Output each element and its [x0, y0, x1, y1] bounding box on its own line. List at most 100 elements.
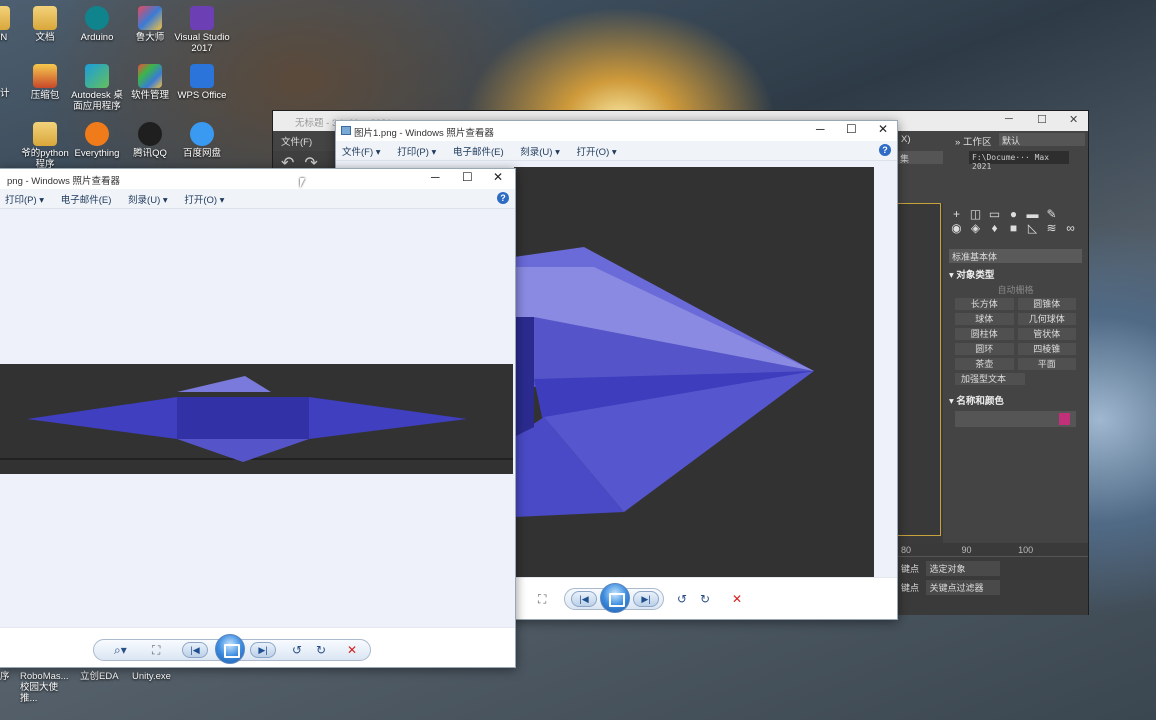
previous-button[interactable]: |◀: [571, 591, 597, 607]
menu-burn[interactable]: 刻录(U) ▾: [128, 195, 168, 206]
minimize-icon[interactable]: ─: [1005, 113, 1013, 125]
name-field[interactable]: [955, 411, 1076, 427]
delete-icon[interactable]: ✕: [347, 643, 357, 657]
plane-button[interactable]: 平面: [1017, 358, 1076, 370]
geometry-icon[interactable]: ◉: [949, 221, 964, 235]
zoom-icon[interactable]: ⌕▾: [114, 643, 127, 658]
sphere-button[interactable]: 球体: [955, 313, 1014, 325]
menu-print[interactable]: 打印(P) ▾: [5, 195, 44, 206]
desktop-icon-robomaster[interactable]: RoboMas... 校园大使推...: [20, 671, 72, 704]
actual-size-icon[interactable]: ⛶: [152, 643, 160, 658]
plane-mesh-side-image: [0, 364, 513, 474]
cylinder-button[interactable]: 圆柱体: [955, 328, 1014, 340]
max-menu-x[interactable]: X): [901, 134, 911, 145]
modify-tab-icon[interactable]: ◫: [968, 207, 983, 221]
torus-button[interactable]: 圆环: [955, 343, 1014, 355]
box-button[interactable]: 长方体: [955, 298, 1014, 310]
object-type-heading: ▾ 对象类型: [949, 270, 995, 281]
desktop-icon-wps[interactable]: WPS Office: [174, 64, 230, 101]
desktop-bottom-label[interactable]: 序: [0, 671, 10, 682]
tube-button[interactable]: 管状体: [1017, 328, 1076, 340]
desktop-icon-ludashi[interactable]: 鲁大师: [122, 6, 178, 43]
rotate-left-icon[interactable]: ↺: [677, 592, 687, 606]
cameras-icon[interactable]: ■: [1006, 221, 1021, 235]
help-icon[interactable]: ?: [879, 144, 891, 156]
key-filters-button[interactable]: 关键点过滤器: [925, 580, 1000, 595]
max-menu-file[interactable]: 文件(F): [281, 137, 312, 148]
desktop-icon-everything[interactable]: Everything: [69, 122, 125, 159]
utilities-tab-icon[interactable]: ✎: [1044, 207, 1059, 221]
close-icon[interactable]: ✕: [493, 170, 503, 184]
rotate-right-icon[interactable]: ↻: [316, 643, 326, 657]
rotate-right-icon[interactable]: ↻: [700, 592, 710, 606]
photo-viewer-window-left[interactable]: png - Windows 照片查看器 ─ ☐ ✕ 打印(P) ▾ 电子邮件(E…: [0, 168, 516, 668]
workspace-select[interactable]: 默认: [999, 133, 1085, 146]
previous-button[interactable]: |◀: [182, 642, 208, 658]
project-path[interactable]: F:\Docume··· Max 2021: [969, 151, 1069, 171]
spacewarps-icon[interactable]: ≋: [1044, 221, 1059, 235]
desktop-icon-qq[interactable]: 腾讯QQ: [122, 122, 178, 159]
menu-email[interactable]: 电子邮件(E): [453, 147, 504, 158]
mesh-side-face: [514, 317, 534, 437]
autogrid-checkbox[interactable]: 自动栅格: [943, 283, 1088, 296]
minimize-icon[interactable]: ─: [431, 170, 440, 184]
desktop-icon-label: 软件管理: [130, 90, 169, 101]
hierarchy-tab-icon[interactable]: ▭: [987, 207, 1002, 221]
systems-icon[interactable]: ∞: [1063, 221, 1078, 235]
rotate-left-icon[interactable]: ↺: [292, 643, 302, 657]
timeline-ruler[interactable]: 80 90 100: [897, 543, 1088, 557]
navigation-controls: |◀ ▶|: [564, 583, 664, 613]
menu-burn[interactable]: 刻录(U) ▾: [520, 147, 560, 158]
desktop-icon-python[interactable]: 爷的python程序: [17, 122, 73, 170]
viewer-titlebar: 图片1.png - Windows 照片查看器 ─ ☐ ✕: [336, 121, 897, 141]
help-icon[interactable]: ?: [497, 192, 509, 204]
shapes-icon[interactable]: ◈: [968, 221, 983, 235]
menu-open[interactable]: 打开(O) ▾: [184, 195, 224, 206]
next-button[interactable]: ▶|: [250, 642, 276, 658]
textplus-button[interactable]: 加强型文本: [955, 373, 1025, 385]
menu-email[interactable]: 电子邮件(E): [61, 195, 112, 206]
cone-button[interactable]: 圆锥体: [1017, 298, 1076, 310]
minimize-icon[interactable]: ─: [816, 122, 825, 136]
everything-icon: [85, 122, 109, 146]
object-color-swatch[interactable]: [1059, 413, 1070, 425]
desktop-icon-docs[interactable]: 文档: [17, 6, 73, 43]
actual-size-icon[interactable]: ⛶: [538, 592, 546, 607]
close-icon[interactable]: ✕: [1069, 113, 1078, 126]
key-selection-dropdown[interactable]: 选定对象: [925, 561, 1000, 576]
desktop-icon-baidu[interactable]: 百度网盘: [174, 122, 230, 159]
max-viewport[interactable]: [897, 203, 941, 536]
desktop-icon-label: Visual Studio 2017: [174, 32, 230, 54]
visual-studio-icon: [190, 6, 214, 30]
delete-icon[interactable]: ✕: [732, 592, 742, 606]
desktop-icon-visual-studio[interactable]: Visual Studio 2017: [174, 6, 230, 54]
slideshow-button[interactable]: [215, 634, 245, 664]
desktop-icon-arduino[interactable]: Arduino: [69, 6, 125, 43]
menu-open[interactable]: 打开(O) ▾: [577, 147, 617, 158]
desktop-icon-autodesk[interactable]: Autodesk 桌面应用程序: [69, 64, 125, 112]
maximize-icon[interactable]: ☐: [846, 122, 857, 136]
desktop-icon-label: 压缩包: [30, 90, 60, 101]
desktop-icon-unity[interactable]: Unity.exe: [132, 671, 171, 682]
close-icon[interactable]: ✕: [878, 122, 888, 136]
motion-tab-icon[interactable]: ●: [1006, 207, 1021, 221]
geometry-type-dropdown[interactable]: 标准基本体: [949, 249, 1082, 263]
helpers-icon[interactable]: ◺: [1025, 221, 1040, 235]
menu-print[interactable]: 打印(P) ▾: [397, 147, 436, 158]
desktop-icon-zip[interactable]: 压缩包: [17, 64, 73, 101]
menu-file[interactable]: 文件(F) ▾: [342, 147, 381, 158]
folder-icon: [0, 6, 10, 30]
geosphere-button[interactable]: 几何球体: [1017, 313, 1076, 325]
desktop-icon-lceda[interactable]: 立创EDA: [80, 671, 119, 682]
slideshow-button[interactable]: [600, 583, 630, 613]
create-tab-icon[interactable]: +: [949, 207, 964, 221]
maximize-icon[interactable]: ☐: [462, 170, 473, 184]
next-button[interactable]: ▶|: [633, 591, 659, 607]
selection-set-select[interactable]: 集: [897, 151, 943, 164]
desktop-icon-soft-manager[interactable]: 软件管理: [122, 64, 178, 101]
maximize-icon[interactable]: ☐: [1037, 113, 1047, 126]
teapot-button[interactable]: 茶壶: [955, 358, 1014, 370]
lights-icon[interactable]: ♦: [987, 221, 1002, 235]
pyramid-button[interactable]: 四棱锥: [1017, 343, 1076, 355]
display-tab-icon[interactable]: ▬: [1025, 207, 1040, 221]
